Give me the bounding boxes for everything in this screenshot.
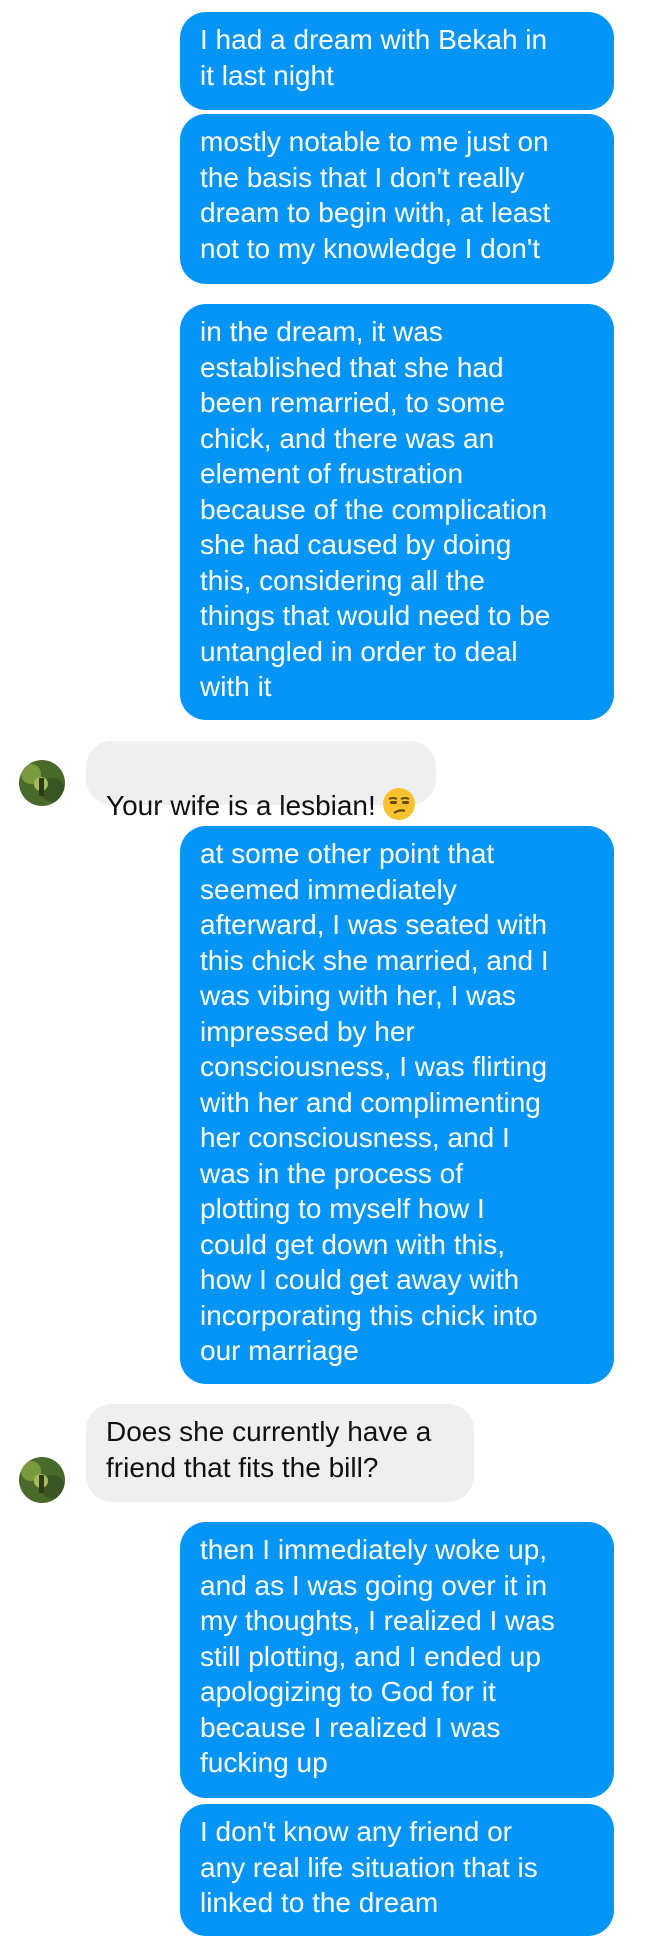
sent-message-bubble[interactable]: then I immediately woke up, and as I was… (180, 1522, 614, 1798)
avatar-image (19, 1457, 65, 1503)
avatar-image (19, 760, 65, 806)
sent-message-bubble[interactable]: I don't know any friend or any real life… (180, 1804, 614, 1936)
sent-message-bubble[interactable]: mostly notable to me just on the basis t… (180, 114, 614, 284)
received-message-text: Your wife is a lesbian! (106, 789, 376, 821)
sent-message-bubble[interactable]: I had a dream with Bekah in it last nigh… (180, 12, 614, 110)
sent-message-bubble[interactable]: at some other point that seemed immediat… (180, 826, 614, 1384)
message-thread[interactable]: I had a dream with Bekah in it last nigh… (0, 0, 648, 1944)
contact-avatar[interactable] (19, 760, 65, 806)
received-message-bubble[interactable]: Does she currently have a friend that fi… (86, 1404, 474, 1502)
received-message-bubble[interactable]: Your wife is a lesbian! (86, 741, 436, 821)
sent-message-bubble[interactable]: in the dream, it was established that sh… (180, 304, 614, 720)
contact-avatar[interactable] (19, 1457, 65, 1503)
unamused-face-icon (382, 787, 416, 821)
